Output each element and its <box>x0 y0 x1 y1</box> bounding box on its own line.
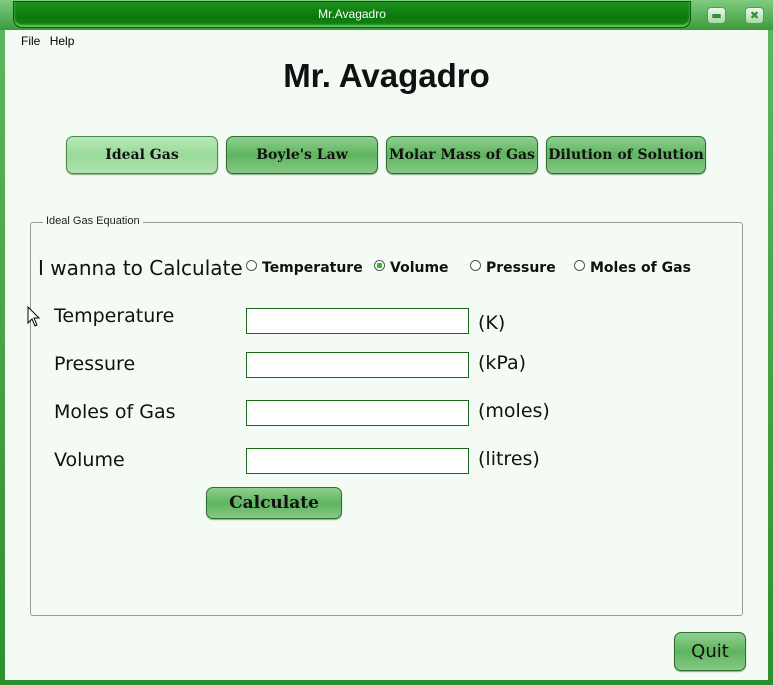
radio-volume[interactable]: Volume <box>374 260 449 276</box>
menu-help[interactable]: Help <box>50 34 75 48</box>
close-button[interactable]: ✖ <box>745 7 764 24</box>
app-title: Mr. Avagadro <box>283 57 490 94</box>
calculate-prompt: I wanna to Calculate <box>38 256 243 280</box>
volume-input[interactable] <box>246 448 469 474</box>
temperature-label: Temperature <box>54 305 175 327</box>
dilution-button[interactable]: Dilution of Solution <box>546 136 706 174</box>
temperature-unit: (K) <box>478 312 506 334</box>
title-bar[interactable]: Mr.Avagadro ▬ ✖ <box>0 0 773 30</box>
pressure-unit: (kPa) <box>478 352 527 374</box>
menu-bar: File Help <box>21 34 80 48</box>
client-area: File Help Mr. Avagadro Ideal Gas Boyle's… <box>5 30 768 680</box>
volume-label: Volume <box>54 449 125 471</box>
calculate-button[interactable]: Calculate <box>206 487 342 519</box>
window-title: Mr.Avagadro <box>318 7 386 21</box>
quit-button[interactable]: Quit <box>674 632 746 671</box>
radio-selected-icon <box>374 260 385 271</box>
radio-circle-icon <box>246 260 257 271</box>
molar-mass-button[interactable]: Molar Mass of Gas <box>386 136 538 174</box>
radio-temperature[interactable]: Temperature <box>246 260 363 276</box>
title-pill: Mr.Avagadro <box>13 1 691 28</box>
minimize-button[interactable]: ▬ <box>707 7 726 24</box>
moles-input[interactable] <box>246 400 469 426</box>
temperature-input[interactable] <box>246 308 469 334</box>
mouse-pointer-icon <box>27 306 41 327</box>
app-window: Mr.Avagadro ▬ ✖ File Help Mr. Avagadro I… <box>0 0 773 685</box>
radio-circle-icon <box>470 260 481 271</box>
volume-unit: (litres) <box>478 448 540 470</box>
groupbox-legend: Ideal Gas Equation <box>43 215 143 227</box>
minimize-icon: ▬ <box>711 9 722 22</box>
boyles-law-button[interactable]: Boyle's Law <box>226 136 378 174</box>
moles-unit: (moles) <box>478 400 550 422</box>
ideal-gas-button[interactable]: Ideal Gas <box>66 136 218 174</box>
menu-file[interactable]: File <box>21 34 40 48</box>
pressure-input[interactable] <box>246 352 469 378</box>
radio-pressure[interactable]: Pressure <box>470 260 556 276</box>
radio-moles-of-gas[interactable]: Moles of Gas <box>574 260 691 276</box>
radio-circle-icon <box>574 260 585 271</box>
close-icon: ✖ <box>749 9 760 22</box>
moles-label: Moles of Gas <box>54 401 176 423</box>
pressure-label: Pressure <box>54 353 136 375</box>
